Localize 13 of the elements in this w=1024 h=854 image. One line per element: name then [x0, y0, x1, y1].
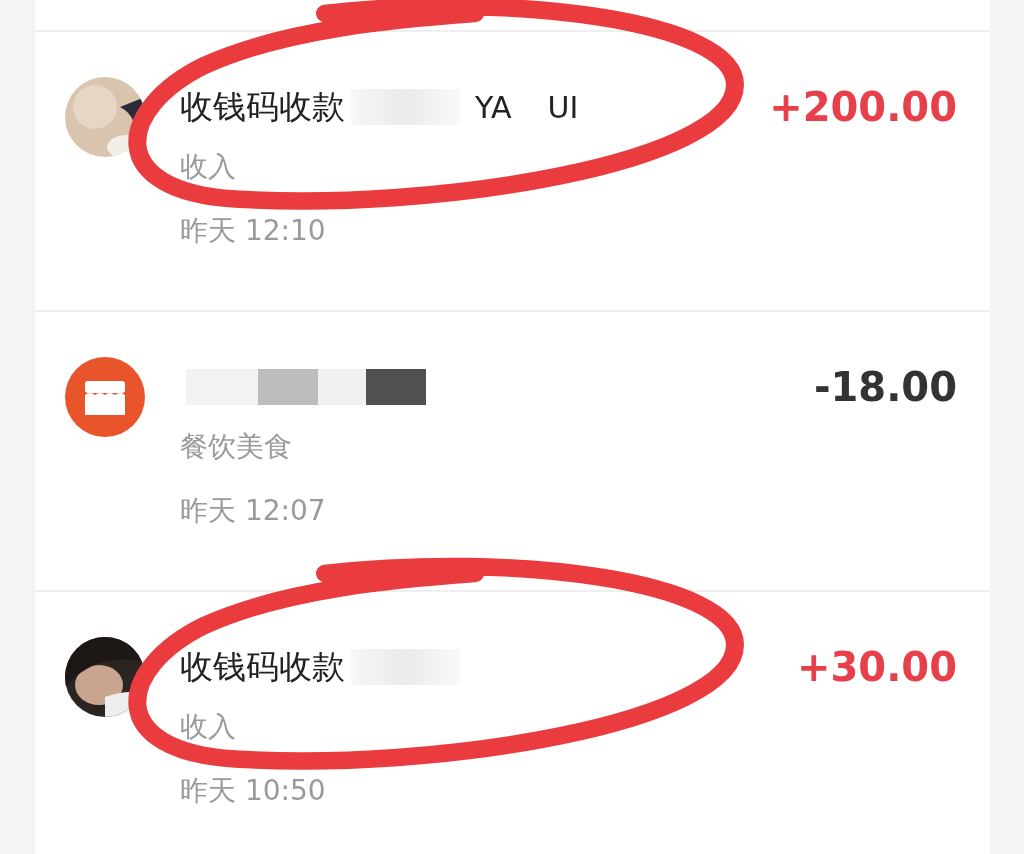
transaction-amount: -18.00: [813, 363, 957, 412]
transaction-category: 收入: [180, 150, 237, 184]
transaction-title: 收钱码收款: [180, 645, 345, 688]
transaction-time: 昨天 10:50: [180, 774, 327, 808]
transaction-time: 昨天 12:10: [180, 214, 327, 248]
transaction-amount: +30.00: [796, 643, 957, 692]
payer-name: UI: [547, 89, 579, 125]
transaction-title: 收钱码收款: [180, 85, 345, 128]
transaction-category: 餐饮美食: [180, 430, 293, 464]
transaction-amount: +200.00: [769, 83, 957, 132]
payer-name: YA: [475, 89, 512, 125]
transaction-time: 昨天 12:07: [180, 494, 327, 528]
transaction-category: 收入: [180, 710, 237, 744]
